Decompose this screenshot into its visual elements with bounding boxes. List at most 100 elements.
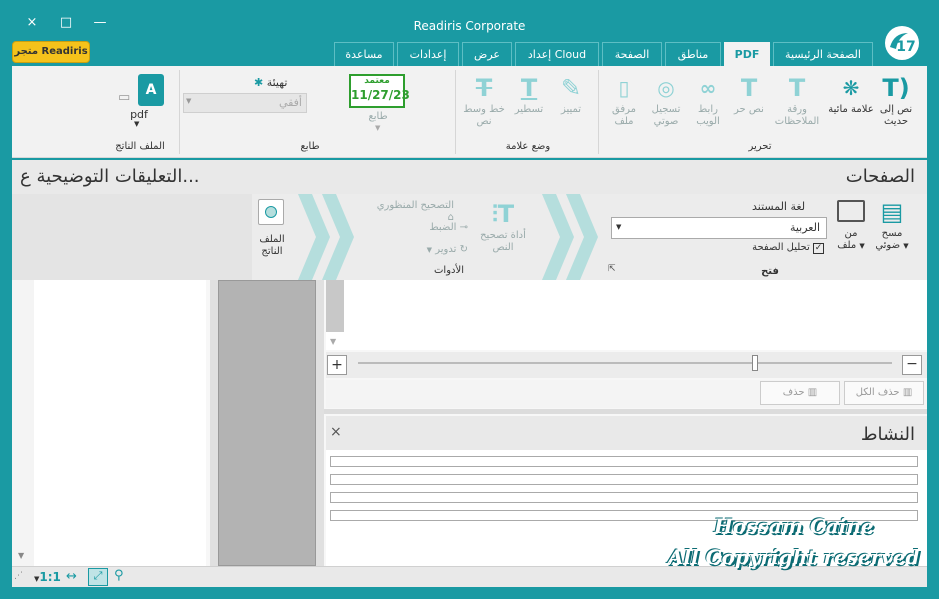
watermark-button[interactable]: ❋ علامة مائية — [828, 74, 874, 116]
stamp-button[interactable]: معتمد 11/27/23 — [349, 74, 410, 108]
speech-bubble-icon: ◎ — [657, 76, 675, 100]
fit-width-icon[interactable]: ↔ — [66, 569, 77, 584]
zoom-out-button[interactable]: − — [902, 355, 922, 375]
strikethrough-icon: T — [475, 74, 493, 102]
highlight-icon: ✎ — [560, 74, 582, 102]
minimize-button[interactable]: — — [90, 15, 110, 30]
stamp-label: طابع — [368, 111, 388, 122]
activity-progress-bar — [330, 492, 918, 503]
edit-group-label: تحرير — [748, 141, 772, 152]
chevron-down-icon: ▼ — [186, 97, 192, 105]
chevron-down-icon: ▼ — [859, 242, 865, 250]
stamp-group-label: طابع — [300, 141, 320, 152]
underline-button[interactable]: T تسطير — [510, 74, 548, 116]
analyze-page-checkbox[interactable]: تحليل الصفحة ✓ — [700, 242, 824, 254]
from-file-button[interactable]: من ملف ▼ — [836, 198, 866, 252]
watermark-line1: Hossam Caine — [714, 514, 874, 538]
folder-icon: ▭ — [118, 90, 131, 105]
watermark-line2: All Copyright reserved — [668, 545, 920, 569]
resize-grip-icon[interactable]: ⋰ — [14, 571, 23, 581]
trash-icon: ▥ — [902, 387, 913, 398]
activity-header-bar — [326, 416, 927, 450]
document-preview — [218, 280, 316, 566]
panel-splitter[interactable] — [324, 409, 927, 414]
zoom-slider-track[interactable] — [358, 362, 892, 364]
annotations-scrollbar[interactable]: ▼ — [12, 280, 34, 566]
pdf-icon: A — [138, 74, 164, 106]
doc-lang-select[interactable]: العربية — [611, 217, 827, 239]
app-logo: 17 — [884, 25, 920, 61]
free-text-button[interactable]: T نص حر — [730, 74, 768, 116]
arrow-divider-icon — [298, 194, 354, 280]
zoom-in-button[interactable]: + — [327, 355, 347, 375]
store-button[interactable]: متجر Readiris — [12, 41, 90, 63]
tools-group-label: الأدوات — [434, 265, 464, 276]
close-button[interactable]: × — [22, 15, 42, 30]
annotation-group-label: وضع علامة — [505, 141, 551, 152]
perspective-correction-button[interactable]: التصحيح المنظوري ⌂ — [368, 200, 454, 224]
tab-home[interactable]: الصفحة الرئيسية — [773, 42, 873, 66]
activity-progress-bar — [330, 474, 918, 485]
tab-help[interactable]: مساعدة — [334, 42, 394, 66]
notes-sheet-button[interactable]: T ورقة الملاحظات — [770, 74, 824, 128]
pages-scrollbar-thumb[interactable] — [326, 280, 344, 332]
delete-button[interactable]: حذف ▥ — [760, 381, 840, 405]
trash-icon: ▥ — [807, 387, 818, 398]
panel-splitter[interactable] — [210, 280, 218, 566]
checkbox-icon: ✓ — [813, 243, 824, 254]
tab-view[interactable]: عرض — [462, 42, 512, 66]
fit-page-icon[interactable]: ⤢ — [88, 568, 108, 586]
logo-text: 17 — [896, 39, 915, 55]
tab-pdf[interactable]: PDF — [724, 42, 770, 66]
adjust-button[interactable]: الضبط ⊸ — [398, 222, 468, 234]
zoom-slider-handle[interactable] — [752, 355, 758, 371]
web-link-button[interactable]: ∞ رابط الويب — [688, 74, 728, 128]
rotate-button[interactable]: ▼ تدوير ↻ — [398, 244, 468, 256]
scan-button[interactable]: ▤ مسح ضوئي ▼ — [872, 198, 912, 252]
tab-settings[interactable]: إعدادات — [397, 42, 459, 66]
file-attachment-button[interactable]: ▯ مرفق ملف — [604, 74, 644, 128]
rotate-icon: ↻ — [459, 244, 468, 255]
expand-icon[interactable]: ⇱ — [608, 264, 616, 274]
group-divider — [455, 70, 456, 154]
stamp-date: 11/27/23 — [351, 88, 410, 102]
highlight-button[interactable]: ✎ تمييز — [552, 74, 590, 116]
tab-cloud[interactable]: إعداد Cloud — [515, 42, 599, 66]
folder-icon — [837, 200, 865, 222]
audio-record-button[interactable]: ◎ تسجيل صوتي — [646, 74, 686, 128]
watermark-icon: ❋ — [842, 76, 860, 100]
output-group-label: الملف الناتج — [115, 141, 165, 152]
group-divider — [179, 70, 180, 154]
arrow-divider-icon — [542, 194, 598, 280]
chevron-down-icon: ▼ — [426, 246, 433, 254]
close-icon[interactable]: × — [330, 424, 342, 440]
panel-splitter[interactable] — [316, 280, 324, 566]
scroll-down-arrow-icon[interactable]: ▼ — [18, 551, 24, 560]
text-to-speech-button[interactable]: T) نص إلى حديث — [876, 74, 916, 128]
tab-zones[interactable]: مناطق — [665, 42, 721, 66]
strikethrough-button[interactable]: T خط وسط نص — [460, 74, 508, 128]
text-correction-button[interactable]: ⫶T أداة تصحيح النص — [470, 200, 536, 254]
maximize-button[interactable]: □ — [56, 15, 76, 30]
output-file-icon — [265, 206, 277, 218]
delete-all-button[interactable]: حذف الكل ▥ — [844, 381, 924, 405]
orientation-select[interactable]: أفقي — [183, 93, 307, 113]
notes-icon: T — [788, 74, 806, 102]
chevron-down-icon: ▼ — [375, 124, 381, 132]
output-format-button[interactable]: ▭ A pdf ▼ — [114, 72, 174, 132]
chevron-down-icon: ▼ — [134, 120, 140, 128]
output-file-step-button[interactable] — [258, 199, 284, 225]
zoom-icon[interactable]: ⚲ — [114, 568, 124, 583]
tab-page[interactable]: الصفحة — [602, 42, 662, 66]
stamp-top-text: معتمد — [364, 76, 390, 86]
activity-progress-bar — [330, 456, 918, 467]
group-divider — [598, 70, 599, 154]
text-correction-icon: ⫶T — [491, 200, 515, 228]
zoom-bar — [326, 352, 927, 378]
printer-icon: ▤ — [880, 198, 904, 226]
activity-header: النشاط — [860, 424, 915, 445]
zoom-actual-size-button[interactable]: ▼1:1 — [34, 570, 61, 584]
output-file-step-label: الملف الناتج — [259, 234, 285, 257]
scroll-down-arrow-icon[interactable]: ▼ — [330, 337, 336, 346]
attachment-icon: ▯ — [618, 76, 630, 100]
